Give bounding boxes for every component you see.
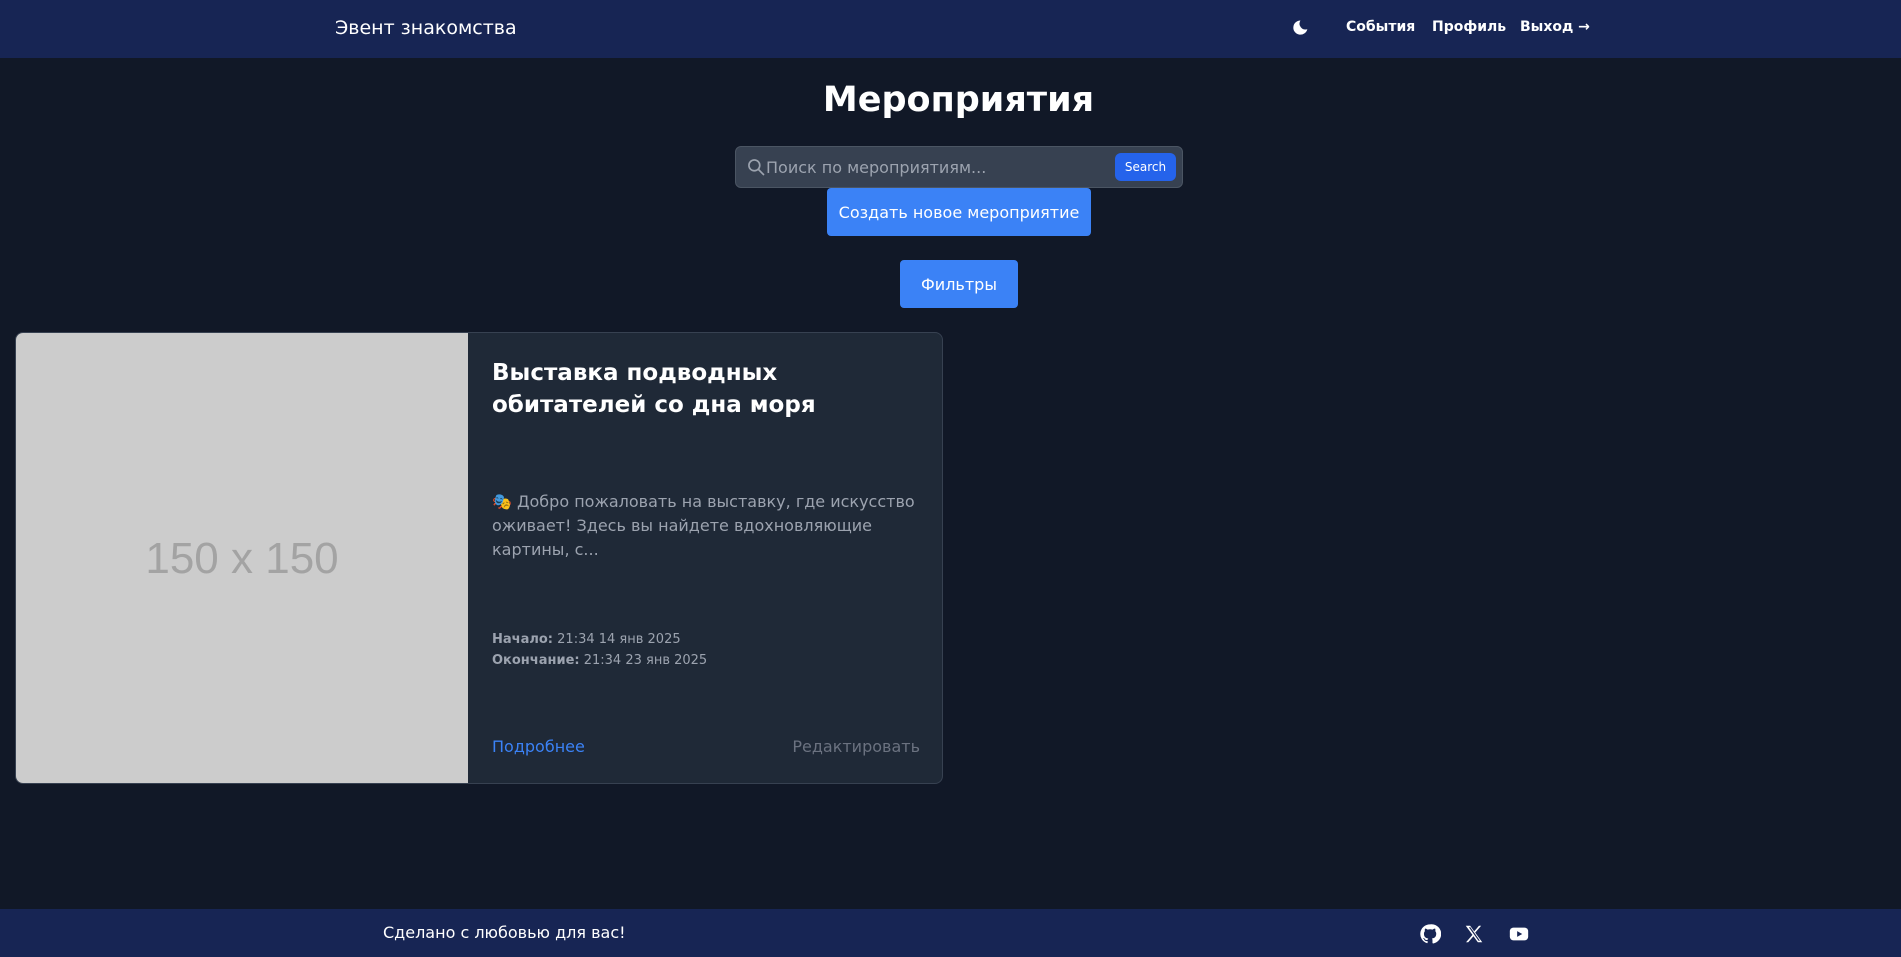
event-dates: Начало: 21:34 14 янв 2025 Окончание: 21:…	[492, 629, 707, 671]
search-icon	[748, 159, 765, 176]
brand-title[interactable]: Эвент знакомства	[335, 17, 517, 39]
search-bar: Search	[735, 146, 1183, 188]
search-button[interactable]: Search	[1115, 153, 1176, 181]
github-icon[interactable]	[1419, 923, 1441, 945]
event-details-link[interactable]: Подробнее	[492, 737, 585, 756]
event-start: Начало: 21:34 14 янв 2025	[492, 629, 707, 650]
event-end-value: 21:34 23 янв 2025	[583, 653, 708, 668]
footer-text: Сделано с любовью для вас!	[383, 923, 626, 942]
create-event-button[interactable]: Создать новое мероприятие	[827, 188, 1091, 236]
image-placeholder-text: 150 x 150	[145, 534, 339, 583]
filters-button[interactable]: Фильтры	[900, 260, 1018, 308]
event-image-placeholder: 150 x 150	[16, 333, 468, 783]
event-end: Окончание: 21:34 23 янв 2025	[492, 650, 707, 671]
event-title: Выставка подводных обитателей со дна мор…	[492, 360, 816, 418]
youtube-icon[interactable]	[1508, 923, 1530, 945]
nav-link-profile[interactable]: Профиль	[1432, 19, 1506, 35]
event-start-label: Начало:	[492, 632, 554, 647]
search-input[interactable]	[766, 153, 1106, 181]
nav-link-logout[interactable]: Выход →	[1520, 19, 1590, 35]
footer: Сделано с любовью для вас!	[0, 909, 1901, 957]
moon-icon[interactable]	[1290, 18, 1310, 38]
navbar: Эвент знакомства События Профиль Выход →	[0, 0, 1901, 58]
event-card: 150 x 150 Выставка подводных обитателей …	[15, 332, 943, 784]
page-title: Мероприятия	[822, 80, 1095, 120]
nav-link-events[interactable]: События	[1346, 19, 1415, 35]
event-start-value: 21:34 14 янв 2025	[557, 632, 681, 647]
event-card-body: Выставка подводных обитателей со дна мор…	[492, 333, 920, 783]
event-end-label: Окончание:	[492, 653, 580, 668]
event-description: 🎭 Добро пожаловать на выставку, где иску…	[492, 492, 915, 559]
event-edit-link[interactable]: Редактировать	[792, 737, 920, 756]
x-icon[interactable]	[1463, 923, 1485, 945]
